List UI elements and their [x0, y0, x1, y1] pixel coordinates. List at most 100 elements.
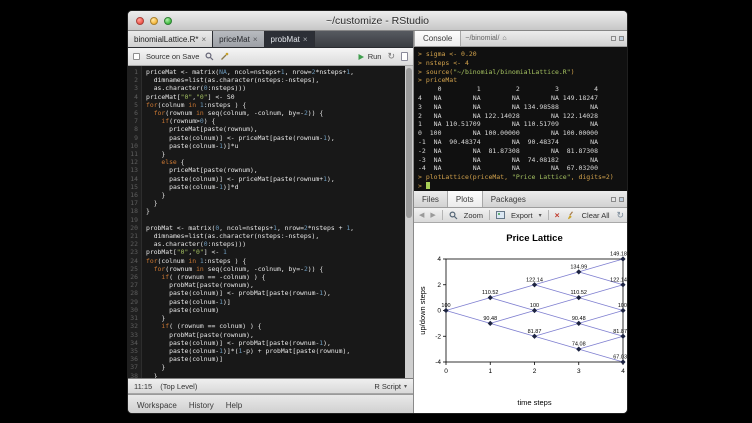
source-file-icon[interactable] — [401, 52, 408, 61]
minimize-pane-icon[interactable] — [611, 36, 616, 41]
zoom-button[interactable]: Zoom — [464, 211, 483, 220]
code-line: for(colnum in 1:nsteps ) { — [146, 101, 405, 109]
tab-binomiallattice-r[interactable]: binomialLattice.R* × — [128, 31, 213, 47]
titlebar[interactable]: ~/customize - RStudio — [128, 11, 627, 31]
code-line: probMat[paste(rownum), — [146, 281, 405, 289]
svg-text:149.18: 149.18 — [610, 252, 627, 258]
console-line: 0 1 2 3 4 — [418, 85, 628, 94]
svg-text:3: 3 — [577, 368, 581, 375]
workspace-pane-header: Workspace History Help — [128, 394, 413, 414]
svg-text:81.87: 81.87 — [613, 329, 627, 335]
broom-icon[interactable] — [566, 211, 576, 220]
next-plot-icon[interactable]: ▶ — [430, 211, 435, 219]
console-output[interactable]: > sigma <- 0.20> nsteps <- 4> source("~/… — [414, 47, 628, 191]
minimize-pane-icon[interactable] — [611, 197, 616, 202]
code-line: probMat <- matrix(0, ncol=nsteps+1, nrow… — [146, 224, 405, 232]
console-line: > priceMat — [418, 76, 628, 85]
svg-text:100: 100 — [618, 303, 627, 309]
source-on-save-checkbox[interactable] — [133, 53, 140, 60]
scrollbar-thumb[interactable] — [406, 68, 412, 218]
close-icon[interactable]: × — [253, 35, 258, 44]
svg-text:0: 0 — [444, 368, 448, 375]
right-column: Console ~/binomial/ ⌂ > sigma <- 0.20> n… — [413, 31, 628, 414]
tab-probmat[interactable]: probMat × — [265, 31, 315, 47]
code-line — [146, 216, 405, 224]
run-button[interactable]: Run — [357, 52, 382, 61]
tab-workspace[interactable]: Workspace — [137, 401, 177, 410]
console-line: > nsteps <- 4 — [418, 59, 628, 68]
clear-all-button[interactable]: Clear All — [582, 211, 610, 220]
svg-text:122.14: 122.14 — [610, 277, 627, 283]
file-type-label: R Script — [374, 382, 401, 391]
code-line: priceMat["0","0"] <- S0 — [146, 93, 405, 101]
tab-help[interactable]: Help — [226, 401, 242, 410]
console-line: -2 NA NA 81.87308 NA 81.87308 — [418, 147, 628, 156]
export-button[interactable]: Export — [511, 211, 533, 220]
console-line: 1 NA 110.51709 NA 110.51709 NA — [418, 120, 628, 129]
svg-text:4: 4 — [437, 256, 441, 263]
svg-text:Price Lattice: Price Lattice — [506, 233, 563, 244]
tab-label: priceMat — [219, 35, 250, 44]
close-icon[interactable]: × — [201, 35, 206, 44]
code-line: paste(colnum)] <- probMat[paste(rownum-1… — [146, 289, 405, 297]
maximize-pane-icon[interactable] — [619, 197, 624, 202]
code-line: if( (rownum == colnum) ) { — [146, 322, 405, 330]
svg-text:time steps: time steps — [517, 398, 551, 407]
file-type-selector[interactable]: R Script ▾ — [374, 382, 407, 391]
console-line: > — [418, 182, 628, 191]
tab-label: probMat — [271, 35, 300, 44]
code-lines[interactable]: priceMat <- matrix(NA, ncol=nsteps+1, nr… — [142, 66, 405, 378]
svg-text:90.48: 90.48 — [483, 316, 497, 322]
previous-plot-icon[interactable]: ◀ — [419, 211, 424, 219]
code-line: if( (rownum == -colnum) ) { — [146, 273, 405, 281]
close-icon[interactable]: × — [303, 35, 308, 44]
line-numbers: 1234567891011121314151617181920212223242… — [128, 66, 142, 378]
code-editor[interactable]: 1234567891011121314151617181920212223242… — [128, 66, 413, 378]
scope-indicator[interactable]: (Top Level) — [160, 382, 197, 391]
console-pane-header: Console ~/binomial/ ⌂ — [414, 31, 628, 47]
svg-text:67.03: 67.03 — [613, 355, 627, 361]
find-icon[interactable] — [205, 52, 214, 61]
code-line: for(colnum in 1:nsteps ) { — [146, 257, 405, 265]
refresh-icon[interactable]: ↻ — [616, 210, 624, 221]
console-line: 4 NA NA NA NA 149.18247 — [418, 94, 628, 103]
home-icon[interactable]: ⌂ — [502, 35, 506, 42]
export-icon[interactable] — [496, 211, 505, 219]
rstudio-window: ~/customize - RStudio binomialLattice.R*… — [127, 10, 628, 414]
svg-text:4: 4 — [621, 368, 625, 375]
code-line: paste(colnum)] <- priceMat[paste(rownum+… — [146, 175, 405, 183]
tab-pricemat[interactable]: priceMat × — [213, 31, 264, 47]
cursor-position[interactable]: 11:15 — [134, 382, 152, 391]
svg-text:110.52: 110.52 — [571, 290, 587, 296]
code-line: as.character(0:nsteps))) — [146, 240, 405, 248]
tab-plots[interactable]: Plots — [447, 191, 483, 207]
zoom-icon[interactable] — [449, 211, 458, 220]
rerun-icon[interactable]: ↻ — [387, 52, 395, 61]
code-line: } — [146, 314, 405, 322]
code-line: } — [146, 150, 405, 158]
tab-files[interactable]: Files — [414, 191, 447, 207]
console-cursor — [426, 182, 430, 189]
tab-console[interactable]: Console — [414, 31, 461, 46]
maximize-pane-icon[interactable] — [619, 36, 624, 41]
svg-text:122.14: 122.14 — [526, 277, 543, 283]
console-line: -4 NA NA NA NA 67.03200 — [418, 164, 628, 173]
code-line: paste(colnum-1)]*(1-p) + probMat[paste(r… — [146, 347, 405, 355]
code-line: probMat[paste(rownum), — [146, 331, 405, 339]
tab-packages[interactable]: Packages — [483, 191, 534, 207]
editor-scrollbar[interactable] — [405, 66, 413, 378]
working-directory[interactable]: ~/binomial/ ⌂ — [465, 31, 506, 46]
source-tabbar: binomialLattice.R* × priceMat × probMat … — [128, 31, 413, 48]
svg-text:-2: -2 — [435, 333, 441, 340]
console-line: > source("~/binomial/binomialLattice.R") — [418, 68, 628, 77]
code-line: paste(colnum) — [146, 306, 405, 314]
remove-plot-icon[interactable]: × — [555, 210, 560, 220]
console-line: > plotLattice(priceMat, "Price Lattice",… — [418, 173, 628, 182]
code-tools-icon[interactable] — [220, 52, 229, 61]
run-label: Run — [368, 52, 382, 61]
source-toolbar: Source on Save Run ↻ — [128, 48, 413, 66]
console-line: -1 NA 90.48374 NA 90.48374 NA — [418, 138, 628, 147]
tab-history[interactable]: History — [189, 401, 214, 410]
svg-text:-4: -4 — [435, 359, 441, 366]
console-tab-label: Console — [423, 34, 452, 43]
